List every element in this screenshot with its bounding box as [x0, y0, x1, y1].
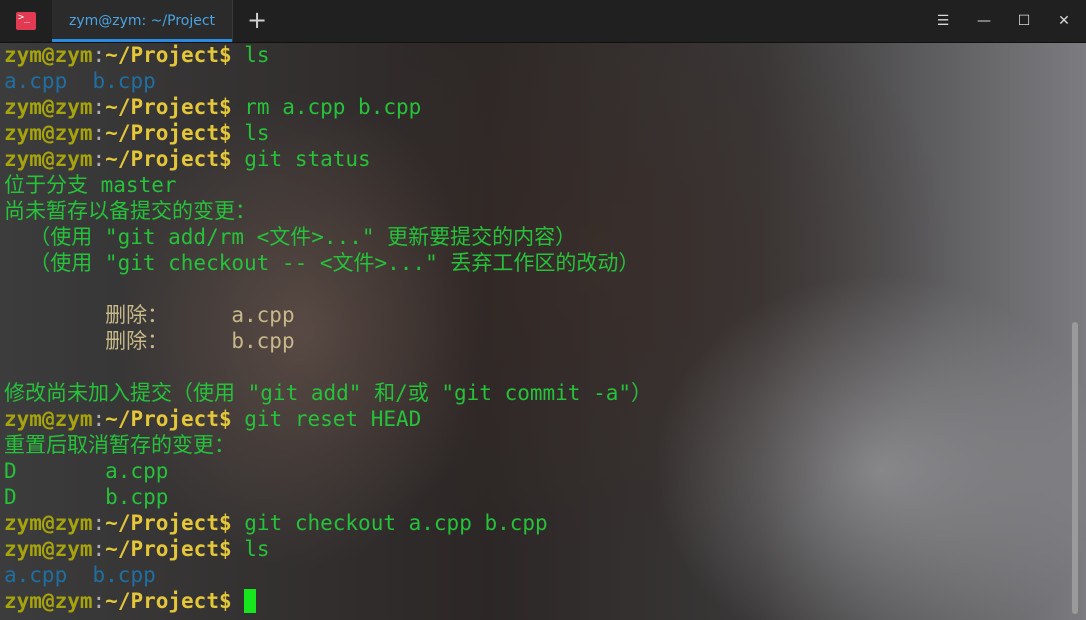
prompt-user: zym@zym: [4, 537, 93, 561]
output-text: D a.cpp: [4, 459, 169, 483]
prompt-dollar: $: [218, 147, 232, 171]
menu-icon[interactable]: ☰: [932, 11, 954, 31]
scrollbar[interactable]: [1072, 322, 1078, 614]
prompt-path: ~/Project: [105, 589, 219, 613]
terminal-output[interactable]: zym@zym:~/Project$ ls a.cpp b.cpp zym@zym:…: [0, 42, 1070, 620]
terminal-line: zym@zym:~/Project$ ls: [4, 42, 270, 68]
terminal-line: a.cpp b.cpp: [4, 562, 156, 588]
prompt-user: zym@zym: [4, 121, 93, 145]
terminal-line: 位于分支 master: [4, 172, 177, 198]
prompt-colon: :: [92, 407, 106, 431]
prompt-dollar: $: [218, 43, 232, 67]
terminal-line: a.cpp b.cpp: [4, 68, 156, 94]
command-text: ls: [231, 537, 270, 561]
prompt-colon: :: [92, 43, 106, 67]
prompt-user: zym@zym: [4, 589, 93, 613]
terminal-line: D a.cpp: [4, 458, 168, 484]
prompt-dollar: $: [218, 95, 232, 119]
prompt-colon: :: [92, 589, 106, 613]
prompt-dollar: $: [218, 511, 232, 535]
prompt-user: zym@zym: [4, 95, 93, 119]
terminal-line: 尚未暂存以备提交的变更：: [4, 198, 256, 224]
prompt-user: zym@zym: [4, 147, 93, 171]
terminal-line: zym@zym:~/Project$: [4, 588, 257, 614]
new-tab-button[interactable]: +: [238, 8, 276, 34]
terminal-line: （使用 "git add/rm <文件>..." 更新要提交的内容）: [4, 224, 576, 250]
close-button[interactable]: ✕: [1053, 11, 1075, 31]
deleted-file: a.cpp: [168, 303, 295, 327]
minimize-button[interactable]: —: [973, 11, 995, 31]
command-text: git checkout a.cpp b.cpp: [231, 511, 548, 535]
command-text: git reset HEAD: [231, 407, 422, 431]
command-text: [232, 589, 245, 613]
prompt-colon: :: [92, 537, 106, 561]
prompt-user: zym@zym: [4, 407, 93, 431]
prompt-colon: :: [92, 121, 106, 145]
maximize-button[interactable]: ☐: [1013, 11, 1035, 31]
prompt-user: zym@zym: [4, 43, 93, 67]
title-bar: >_ zym@zym: ~/Project + ☰ — ☐ ✕: [0, 0, 1086, 43]
file-entry: b.cpp: [92, 563, 156, 587]
terminal-line: zym@zym:~/Project$ git reset HEAD: [4, 406, 421, 432]
terminal-line: zym@zym:~/Project$ git status: [4, 146, 371, 172]
prompt-path: ~/Project: [105, 537, 219, 561]
terminal-line: 删除： a.cpp: [4, 302, 295, 328]
terminal-line: D b.cpp: [4, 484, 168, 510]
command-text: ls: [231, 43, 270, 67]
output-text: D b.cpp: [4, 485, 169, 509]
output-text: （使用 "git checkout -- <文件>..." 丢弃工作区的改动）: [4, 251, 640, 275]
output-text: 修改尚未加入提交（使用 "git add" 和/或 "git commit -a…: [4, 381, 653, 405]
prompt-user: zym@zym: [4, 511, 93, 535]
prompt-path: ~/Project: [105, 147, 219, 171]
prompt-dollar: $: [218, 407, 232, 431]
terminal-window: >_ zym@zym: ~/Project + ☰ — ☐ ✕ zym@zym:…: [0, 0, 1086, 620]
prompt-colon: :: [92, 147, 106, 171]
deleted-label: 删除：: [4, 303, 169, 327]
prompt-path: ~/Project: [105, 121, 219, 145]
terminal-line: zym@zym:~/Project$ ls: [4, 536, 270, 562]
deleted-label: 删除：: [4, 329, 169, 353]
prompt-colon: :: [92, 95, 106, 119]
output-text: 尚未暂存以备提交的变更：: [4, 199, 256, 223]
command-text: rm a.cpp b.cpp: [231, 95, 422, 119]
command-text: git status: [231, 147, 371, 171]
terminal-line: （使用 "git checkout -- <文件>..." 丢弃工作区的改动）: [4, 250, 639, 276]
prompt-path: ~/Project: [105, 511, 219, 535]
file-entry: a.cpp: [4, 563, 68, 587]
prompt-dollar: $: [218, 589, 232, 613]
prompt-path: ~/Project: [105, 95, 219, 119]
terminal-line: 修改尚未加入提交（使用 "git add" 和/或 "git commit -a…: [4, 380, 652, 406]
prompt-dollar: $: [218, 537, 232, 561]
output-text: 重置后取消暂存的变更：: [4, 433, 235, 457]
output-text: 位于分支 master: [4, 173, 177, 197]
prompt-colon: :: [92, 511, 106, 535]
command-text: ls: [231, 121, 270, 145]
file-entry: a.cpp: [4, 69, 68, 93]
tab-project[interactable]: zym@zym: ~/Project: [52, 0, 233, 42]
prompt-dollar: $: [218, 121, 232, 145]
output-text: （使用 "git add/rm <文件>..." 更新要提交的内容）: [4, 225, 577, 249]
terminal-line: zym@zym:~/Project$ ls: [4, 120, 270, 146]
file-entry: b.cpp: [92, 69, 156, 93]
terminal-app-icon[interactable]: >_: [16, 12, 36, 30]
terminal-line: 删除： b.cpp: [4, 328, 295, 354]
text-cursor: [244, 589, 257, 613]
terminal-line: zym@zym:~/Project$ git checkout a.cpp b.…: [4, 510, 548, 536]
prompt-path: ~/Project: [105, 43, 219, 67]
terminal-line: zym@zym:~/Project$ rm a.cpp b.cpp: [4, 94, 421, 120]
prompt-path: ~/Project: [105, 407, 219, 431]
terminal-line: 重置后取消暂存的变更：: [4, 432, 235, 458]
deleted-file: b.cpp: [168, 329, 295, 353]
